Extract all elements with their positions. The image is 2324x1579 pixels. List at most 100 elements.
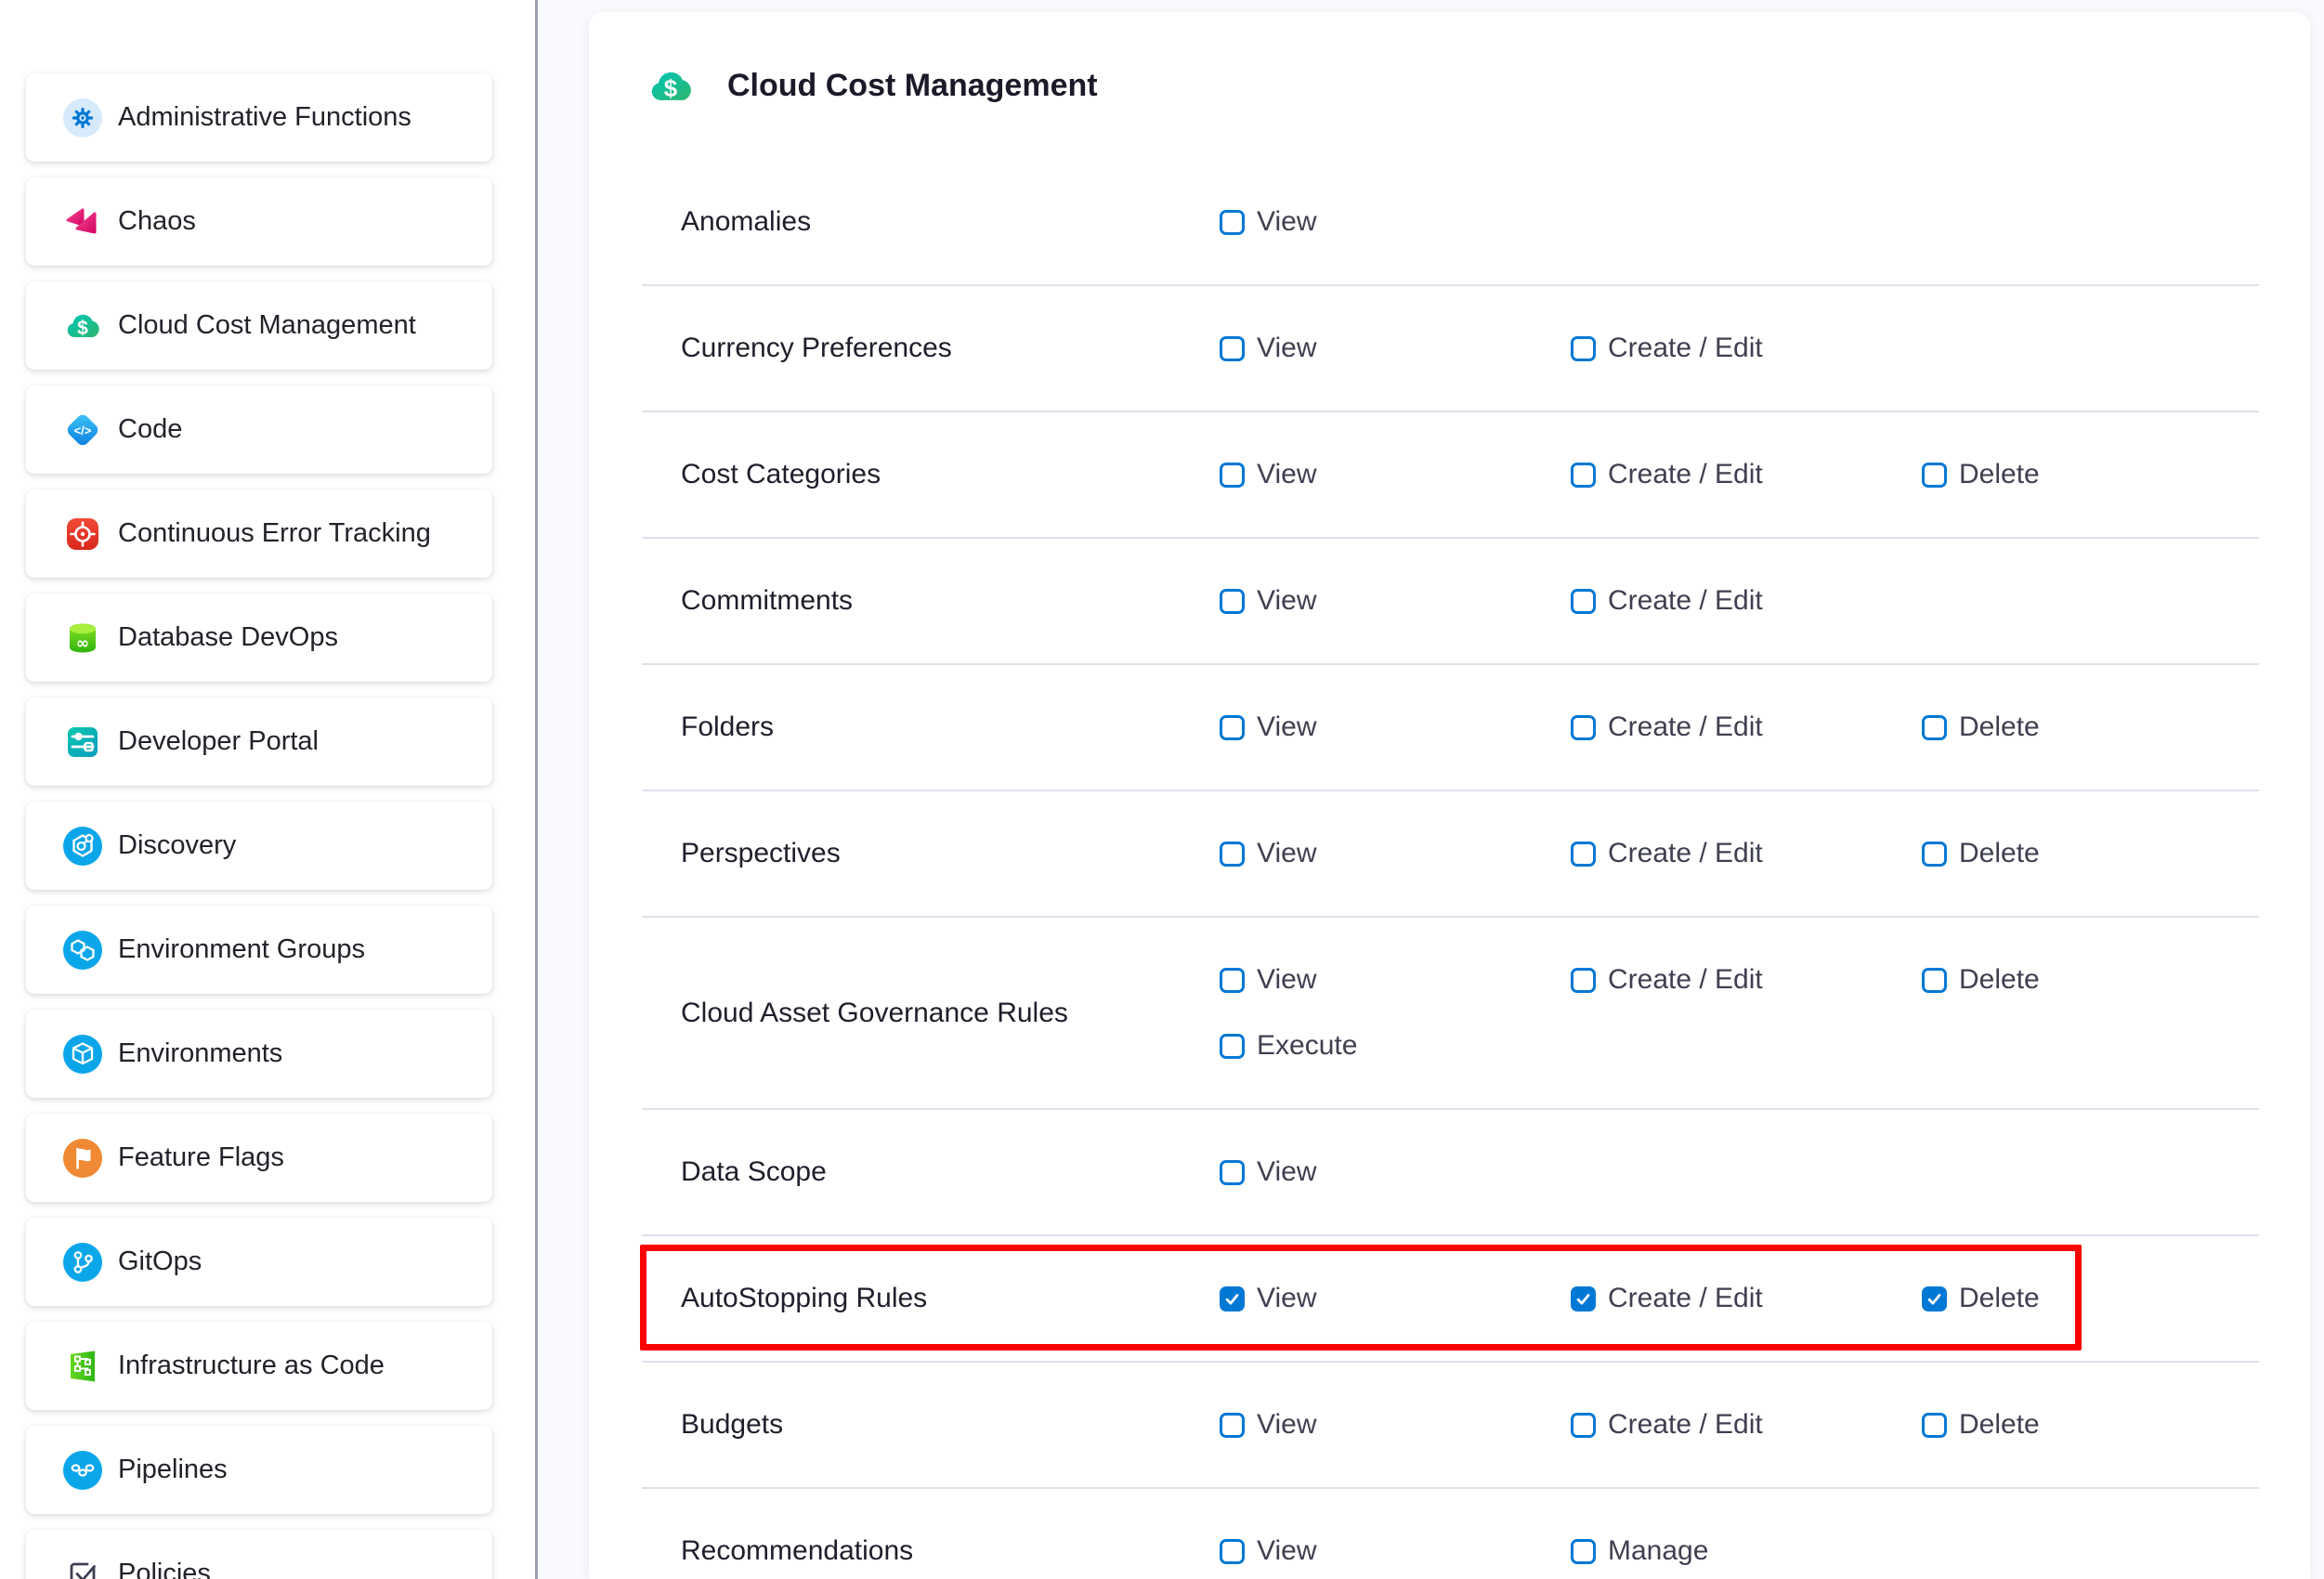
- permission-row-label: Folders: [681, 711, 1220, 743]
- permission-perspectives-delete[interactable]: Delete: [1922, 838, 2259, 869]
- checkbox-unchecked[interactable]: [1220, 1413, 1245, 1438]
- sidebar-item-label: Environment Groups: [118, 934, 365, 965]
- permission-autostopping-rules-delete[interactable]: Delete: [1922, 1283, 2259, 1314]
- permission-anomalies-view[interactable]: View: [1220, 206, 1571, 238]
- sidebar-item-pipelines[interactable]: Pipelines: [26, 1426, 492, 1514]
- permission-autostopping-rules-view[interactable]: View: [1220, 1283, 1571, 1314]
- permission-grid: View Create / EditDelete Execute: [1220, 964, 2259, 1062]
- permission-cost-categories-delete[interactable]: Delete: [1922, 459, 2259, 490]
- checkbox-unchecked[interactable]: [1220, 968, 1245, 993]
- permission-folders-view[interactable]: View: [1220, 711, 1571, 743]
- permission-label: View: [1257, 964, 1316, 996]
- sidebar-item-policies[interactable]: Policies: [26, 1530, 492, 1579]
- permission-row-label: Cost Categories: [681, 459, 1220, 490]
- permission-budgets-create-edit[interactable]: Create / Edit: [1571, 1409, 1922, 1441]
- permission-label: View: [1257, 459, 1316, 490]
- checkbox-unchecked[interactable]: [1220, 842, 1245, 867]
- checkbox-unchecked[interactable]: [1220, 1034, 1245, 1059]
- checkbox-unchecked[interactable]: [1922, 715, 1947, 740]
- checkbox-unchecked[interactable]: [1571, 842, 1596, 867]
- checkbox-unchecked[interactable]: [1922, 1413, 1947, 1438]
- checkbox-unchecked[interactable]: [1220, 336, 1245, 361]
- svg-text:$: $: [664, 74, 678, 102]
- pipelines-chain-icon: [63, 1451, 102, 1490]
- cloud-cost-icon: $: [646, 62, 695, 111]
- permission-data-scope-view[interactable]: View: [1220, 1156, 1571, 1188]
- checkbox-unchecked[interactable]: [1220, 1539, 1245, 1564]
- permission-row-label: Recommendations: [681, 1535, 1220, 1567]
- sidebar-item-label: Pipelines: [118, 1455, 228, 1485]
- permission-row-label: Perspectives: [681, 838, 1220, 869]
- permission-row-label: AutoStopping Rules: [681, 1283, 1220, 1314]
- checkbox-unchecked[interactable]: [1571, 589, 1596, 614]
- permission-cost-categories-view[interactable]: View: [1220, 459, 1571, 490]
- checkbox-unchecked[interactable]: [1571, 715, 1596, 740]
- permission-cloud-asset-governance-rules-delete[interactable]: Delete: [1922, 964, 2259, 996]
- permission-budgets-delete[interactable]: Delete: [1922, 1409, 2259, 1441]
- sidebar-item-environments[interactable]: Environments: [26, 1010, 492, 1098]
- permission-label: Create / Edit: [1608, 711, 1763, 743]
- permission-folders-delete[interactable]: Delete: [1922, 711, 2259, 743]
- permission-currency-preferences-view[interactable]: View: [1220, 333, 1571, 364]
- code-icon: </>: [63, 411, 102, 450]
- permission-cloud-asset-governance-rules-create-edit[interactable]: Create / Edit: [1571, 964, 1922, 996]
- checkbox-checked[interactable]: [1922, 1286, 1947, 1311]
- permission-row-cloud-asset-governance-rules: Cloud Asset Governance RulesViewCreate /…: [642, 918, 2259, 1110]
- checkbox-unchecked[interactable]: [1571, 968, 1596, 993]
- sidebar-item-continuous-error-tracking[interactable]: Continuous Error Tracking: [26, 489, 492, 578]
- permission-grid: ViewCreate / Edit: [1220, 585, 2259, 617]
- permission-commitments-create-edit[interactable]: Create / Edit: [1571, 585, 1922, 617]
- sidebar-item-environment-groups[interactable]: Environment Groups: [26, 906, 492, 994]
- permission-recommendations-manage[interactable]: Manage: [1571, 1535, 1922, 1567]
- checkbox-unchecked[interactable]: [1220, 463, 1245, 488]
- checkbox-checked[interactable]: [1220, 1286, 1245, 1311]
- checkbox-unchecked[interactable]: [1922, 968, 1947, 993]
- permission-folders-create-edit[interactable]: Create / Edit: [1571, 711, 1922, 743]
- permission-label: Delete: [1959, 711, 2040, 743]
- svg-text:</>: </>: [74, 424, 92, 437]
- sidebar-item-administrative-functions[interactable]: Administrative Functions: [26, 73, 492, 162]
- sidebar-item-gitops[interactable]: GitOps: [26, 1218, 492, 1306]
- checkbox-unchecked[interactable]: [1571, 336, 1596, 361]
- permission-cloud-asset-governance-rules-view[interactable]: View: [1220, 964, 1571, 996]
- checkbox-unchecked[interactable]: [1571, 1539, 1596, 1564]
- permission-currency-preferences-create-edit[interactable]: Create / Edit: [1571, 333, 1922, 364]
- checkbox-unchecked[interactable]: [1220, 210, 1245, 235]
- permission-row-recommendations: RecommendationsViewManage: [642, 1489, 2259, 1579]
- sidebar-item-discovery[interactable]: Discovery: [26, 802, 492, 890]
- checkbox-unchecked[interactable]: [1571, 463, 1596, 488]
- sidebar-item-infrastructure-as-code[interactable]: Infrastructure as Code: [26, 1322, 492, 1410]
- permission-recommendations-view[interactable]: View: [1220, 1535, 1571, 1567]
- permission-cost-categories-create-edit[interactable]: Create / Edit: [1571, 459, 1922, 490]
- checkbox-unchecked[interactable]: [1922, 463, 1947, 488]
- permission-row-cost-categories: Cost Categories View Create / EditDelete: [642, 412, 2259, 539]
- sidebar-item-cloud-cost-management[interactable]: $Cloud Cost Management: [26, 281, 492, 370]
- checkbox-unchecked[interactable]: [1571, 1413, 1596, 1438]
- permission-label: Delete: [1959, 1283, 2040, 1314]
- checkbox-unchecked[interactable]: [1220, 715, 1245, 740]
- permission-cloud-asset-governance-rules-execute[interactable]: Execute: [1220, 1030, 1571, 1062]
- checkbox-unchecked[interactable]: [1220, 589, 1245, 614]
- sidebar-item-developer-portal[interactable]: Developer Portal: [26, 698, 492, 786]
- permission-label: Execute: [1257, 1030, 1357, 1062]
- permission-grid: View Create / EditDelete: [1220, 459, 2259, 490]
- permission-row-folders: FoldersView Create / Edit Delete: [642, 665, 2259, 791]
- checkbox-checked[interactable]: [1571, 1286, 1596, 1311]
- sidebar-item-feature-flags[interactable]: Feature Flags: [26, 1114, 492, 1202]
- sidebar-item-label: Code: [118, 414, 182, 445]
- permission-commitments-view[interactable]: View: [1220, 585, 1571, 617]
- module-header: $ Cloud Cost Management: [589, 12, 2310, 160]
- permission-autostopping-rules-create-edit[interactable]: Create / Edit: [1571, 1283, 1922, 1314]
- sidebar-item-code[interactable]: </> Code: [26, 385, 492, 474]
- checkbox-unchecked[interactable]: [1220, 1160, 1245, 1185]
- permission-budgets-view[interactable]: View: [1220, 1409, 1571, 1441]
- sidebar-item-label: Discovery: [118, 830, 236, 861]
- permission-perspectives-create-edit[interactable]: Create / Edit: [1571, 838, 1922, 869]
- sidebar-item-database-devops[interactable]: ∞Database DevOps: [26, 594, 492, 682]
- checkbox-unchecked[interactable]: [1922, 842, 1947, 867]
- sidebar-item-chaos[interactable]: Chaos: [26, 177, 492, 266]
- sidebar-item-label: Database DevOps: [118, 622, 338, 653]
- permission-label: Create / Edit: [1608, 1283, 1763, 1314]
- permission-perspectives-view[interactable]: View: [1220, 838, 1571, 869]
- content-area: $ Cloud Cost Management AnomaliesViewCur…: [538, 0, 2324, 1579]
